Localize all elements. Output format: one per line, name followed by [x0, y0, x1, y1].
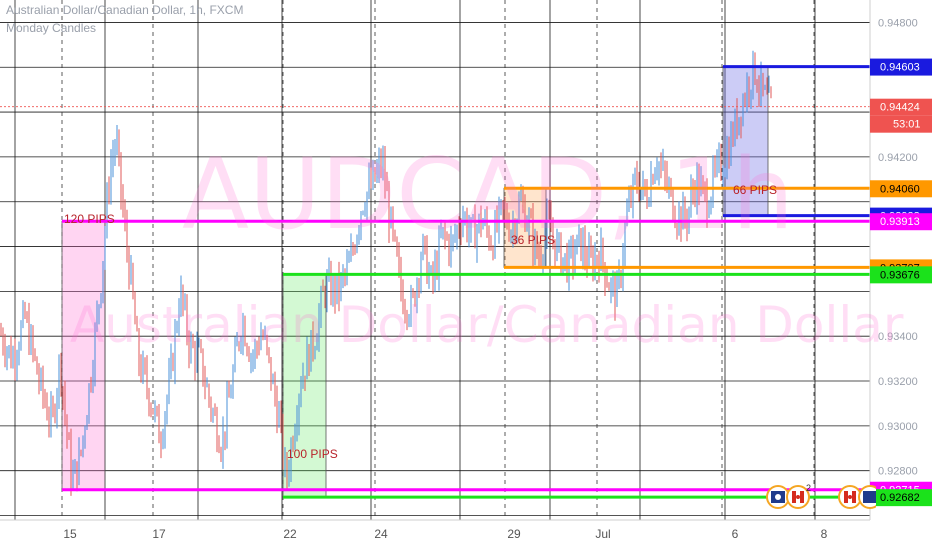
date-tick-0: 15: [63, 527, 77, 541]
price-tick-2: 0.93400: [878, 331, 918, 343]
countdown-label: 53:01: [893, 119, 921, 131]
pips-label-week1: 120 PIPS: [64, 212, 115, 226]
date-tick-6: 6: [732, 527, 739, 541]
pips-label-week4: 66 PIPS: [733, 183, 778, 197]
price-tick-0: 0.94800: [878, 17, 918, 29]
chart-title: Australian Dollar/Canadian Dollar, 1h, F…: [6, 3, 244, 17]
price-label-2: 0.94060: [880, 183, 920, 195]
price-tick-1: 0.94200: [878, 152, 918, 164]
price-label-1: 0.94424: [880, 102, 920, 114]
svg-text:2: 2: [806, 483, 811, 493]
date-tick-3: 24: [374, 527, 388, 541]
date-tick-2: 22: [283, 527, 297, 541]
flag-au-ca-icon[interactable]: [766, 485, 790, 509]
flag-ca-icon-2[interactable]: [838, 485, 862, 509]
price-tick-3: 0.93200: [878, 376, 918, 388]
price-chart[interactable]: 0.94800 0.94200 0.93400 0.93200 0.93000 0.928…: [0, 0, 932, 550]
indicator-name: Monday Candles: [6, 21, 97, 35]
price-label-0: 0.94603: [880, 62, 920, 74]
pips-label-week2: 100 PIPS: [287, 447, 338, 461]
event-flags[interactable]: 2: [766, 482, 882, 512]
time-axis: [0, 520, 870, 550]
price-label-4: 0.93913: [880, 216, 920, 228]
date-tick-7: 8: [821, 527, 828, 541]
date-tick-4: 29: [507, 527, 521, 541]
price-label-8: 0.92682: [880, 492, 920, 504]
price-tick-4: 0.93000: [878, 421, 918, 433]
date-tick-1: 17: [152, 527, 166, 541]
price-label-6: 0.93676: [880, 269, 920, 281]
price-tick-5: 0.92800: [878, 466, 918, 478]
pips-label-week3: 36 PIPS: [511, 233, 556, 247]
date-tick-5: Jul: [595, 527, 610, 541]
flag-au-icon[interactable]: [858, 485, 882, 509]
